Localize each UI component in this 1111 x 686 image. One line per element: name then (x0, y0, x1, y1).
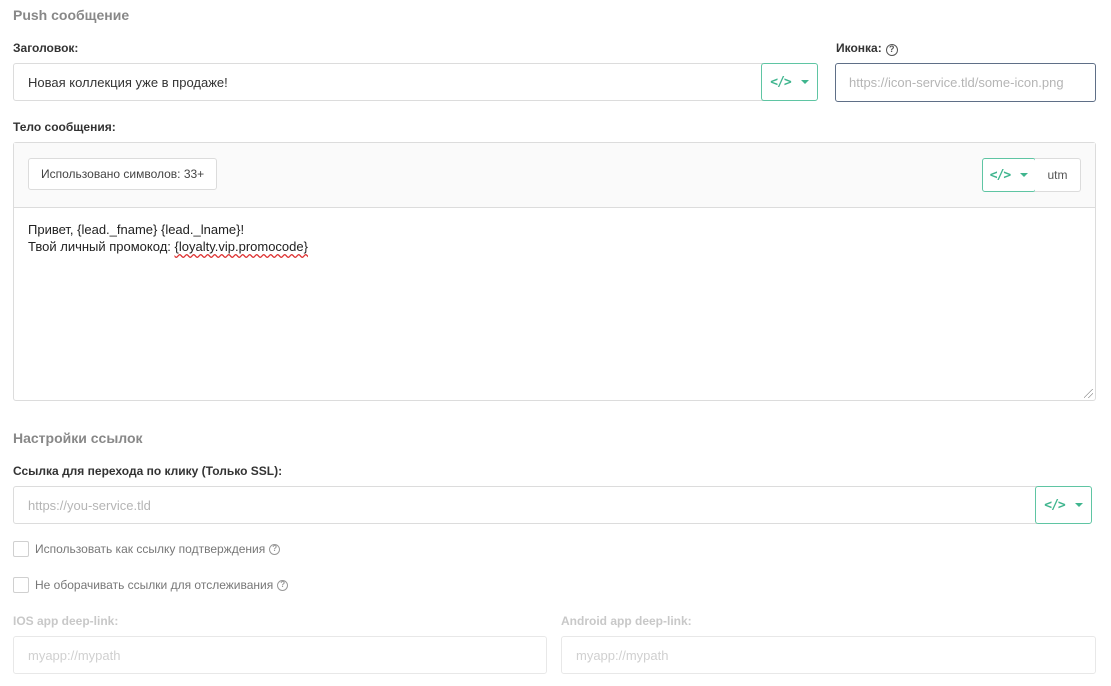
body-textarea[interactable]: Привет, {lead._fname} {lead._lname}! Тво… (28, 221, 308, 255)
android-deeplink-input[interactable]: myapp://mypath (561, 636, 1096, 674)
links-section-title: Настройки ссылок (13, 430, 143, 446)
body-line-1: Привет, {lead._fname} {lead._lname}! (28, 222, 245, 237)
caret-down-icon (1074, 503, 1083, 507)
icon-label-text: Иконка: (836, 41, 882, 55)
body-editor: Использовано символов: 33+ </> utm Приве… (13, 142, 1096, 401)
click-link-input[interactable]: https://you-service.tld (13, 486, 1037, 524)
ios-deeplink-label: IOS app deep-link: (13, 614, 119, 628)
no-wrap-label: Не оборачивать ссылки для отслеживания (35, 578, 274, 592)
no-wrap-checkbox[interactable] (13, 577, 29, 593)
resize-handle-icon[interactable] (1084, 389, 1093, 398)
body-variable-button[interactable]: </> (982, 158, 1036, 192)
header-variable-button[interactable]: </> (761, 63, 818, 101)
caret-down-icon (1020, 173, 1029, 177)
push-section-title: Push сообщение (13, 7, 130, 23)
code-icon: </> (770, 74, 792, 90)
click-link-label: Ссылка для перехода по клику (Только SSL… (13, 464, 283, 478)
help-icon[interactable]: ? (269, 543, 281, 555)
help-icon[interactable]: ? (277, 579, 289, 591)
caret-down-icon (800, 80, 809, 84)
ios-deeplink-input[interactable]: myapp://mypath (13, 636, 547, 674)
confirm-link-row: Использовать как ссылку подтверждения ? (13, 541, 281, 557)
char-counter: Использовано символов: 33+ (28, 158, 218, 190)
icon-url-input[interactable]: https://icon-service.tld/some-icon.png (835, 63, 1096, 102)
icon-label: Иконка:? (836, 41, 898, 56)
confirm-link-label: Использовать как ссылку подтверждения (35, 542, 266, 556)
confirm-link-checkbox[interactable] (13, 541, 29, 557)
help-icon[interactable]: ? (885, 43, 898, 56)
body-label: Тело сообщения: (13, 120, 116, 134)
code-icon: </> (1044, 497, 1066, 513)
body-line-2: Твой личный промокод: {loyalty.vip.promo… (28, 238, 308, 255)
header-input[interactable]: Новая коллекция уже в продаже! (13, 63, 763, 101)
body-line-2-prefix: Твой личный промокод: (28, 239, 175, 254)
promocode-variable: {loyalty.vip.promocode} (174, 239, 308, 254)
link-variable-button[interactable]: </> (1035, 486, 1092, 524)
code-icon: </> (989, 167, 1012, 183)
utm-button[interactable]: utm (1035, 158, 1081, 192)
android-deeplink-label: Android app deep-link: (561, 614, 692, 628)
no-wrap-row: Не оборачивать ссылки для отслеживания ? (13, 577, 289, 593)
header-label: Заголовок: (13, 41, 79, 55)
body-toolbar: Использовано символов: 33+ </> utm (14, 143, 1095, 208)
